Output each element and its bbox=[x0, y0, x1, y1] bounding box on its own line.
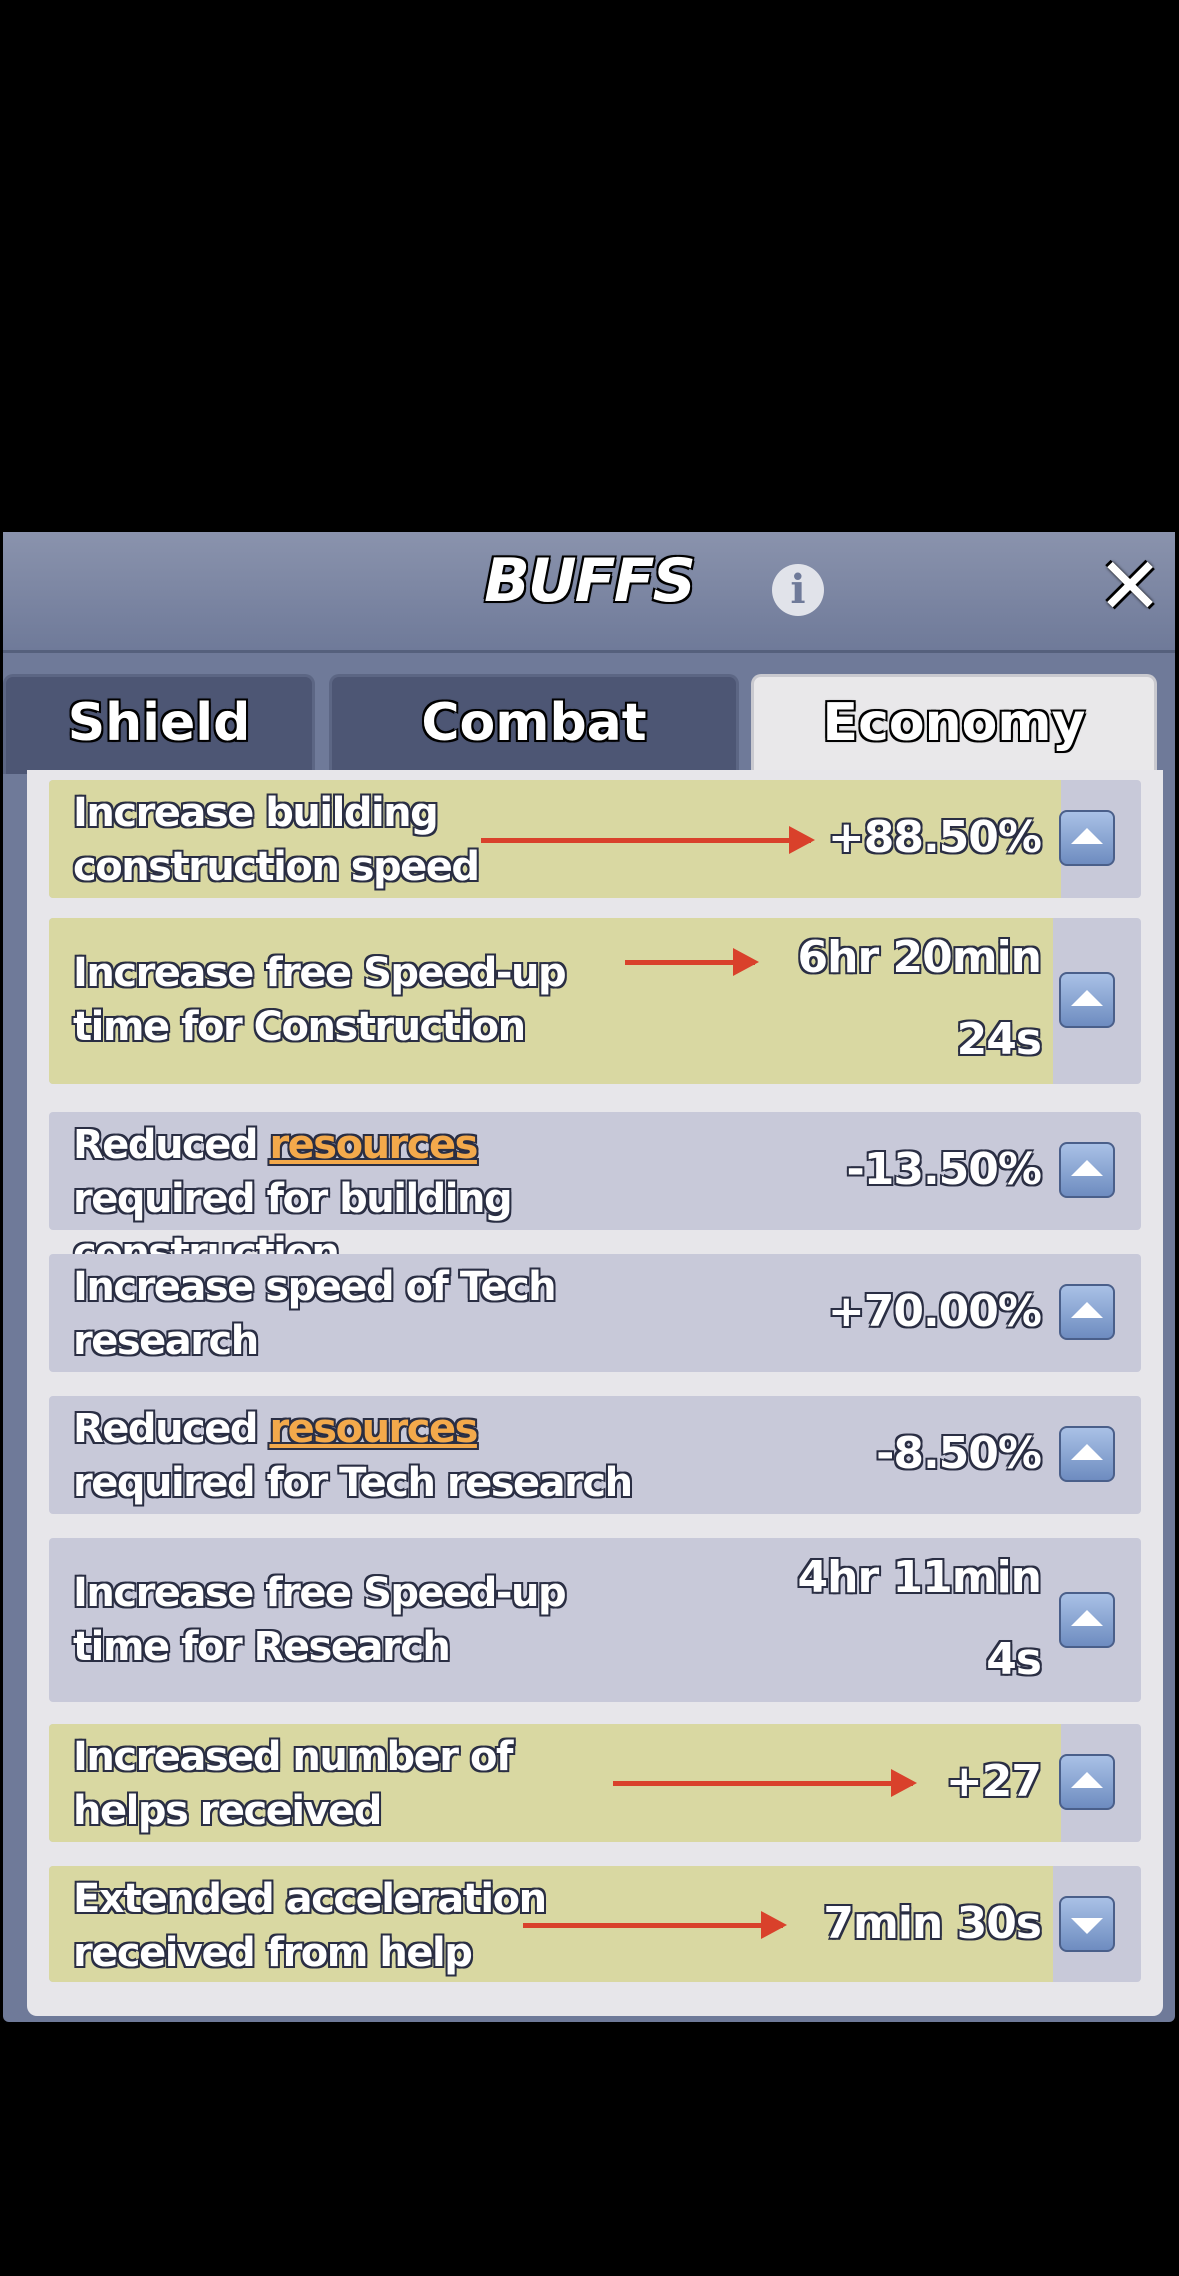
label-text: Reduced bbox=[73, 1122, 270, 1168]
buff-value: +70.00% bbox=[827, 1286, 1042, 1337]
tab-shield[interactable]: Shield bbox=[3, 674, 315, 774]
resources-link[interactable]: resources bbox=[269, 1122, 478, 1168]
buff-row-research-speedup: Increase free Speed-up time for Research… bbox=[49, 1538, 1141, 1702]
buff-row-tech-speed: Increase speed of Tech research +70.00% bbox=[49, 1254, 1141, 1372]
annotation-arrow bbox=[481, 826, 815, 854]
panel-header: BUFFS i ✕ bbox=[3, 532, 1175, 653]
buff-row-building-speed: Increase building construction speed +88… bbox=[49, 780, 1141, 898]
label-text: Reduced bbox=[73, 1406, 270, 1452]
chevron-up-icon[interactable] bbox=[1059, 1284, 1115, 1340]
chevron-up-icon[interactable] bbox=[1059, 1754, 1115, 1810]
buff-value-line2: 4s bbox=[986, 1634, 1042, 1685]
buff-label: Increased number of helps received bbox=[73, 1734, 513, 1834]
buff-row-helps: Increased number of helps received +27 bbox=[49, 1724, 1141, 1842]
label-text: required for Tech research bbox=[73, 1460, 633, 1506]
annotation-arrow bbox=[613, 1769, 917, 1797]
buff-label: Increase free Speed-up time for Research bbox=[73, 1570, 567, 1670]
buff-label: Increase free Speed-up time for Construc… bbox=[73, 950, 567, 1050]
chevron-up-icon[interactable] bbox=[1059, 810, 1115, 866]
buff-value: +88.50% bbox=[827, 812, 1042, 863]
buff-value: -13.50% bbox=[846, 1144, 1042, 1195]
chevron-down-icon[interactable] bbox=[1059, 1896, 1115, 1952]
resources-link[interactable]: resources bbox=[269, 1406, 478, 1452]
buff-row-construction-speedup: Increase free Speed-up time for Construc… bbox=[49, 918, 1141, 1084]
page-title: BUFFS bbox=[484, 546, 696, 616]
info-icon[interactable]: i bbox=[772, 564, 824, 616]
buff-list: Increase building construction speed +88… bbox=[27, 770, 1163, 2016]
tab-economy[interactable]: Economy bbox=[751, 674, 1157, 774]
buff-value: -8.50% bbox=[876, 1428, 1042, 1479]
buffs-panel: BUFFS i ✕ Shield Combat Economy Increase… bbox=[3, 532, 1175, 2022]
chevron-up-icon[interactable] bbox=[1059, 972, 1115, 1028]
buff-value: +27 bbox=[945, 1756, 1042, 1807]
buff-row-tech-resources: Reduced resources required for Tech rese… bbox=[49, 1396, 1141, 1514]
close-icon[interactable]: ✕ bbox=[1093, 548, 1167, 626]
chevron-up-icon[interactable] bbox=[1059, 1142, 1115, 1198]
buff-row-building-resources: Reduced resources required for building … bbox=[49, 1112, 1141, 1276]
buff-row-help-acceleration: Extended acceleration received from help… bbox=[49, 1866, 1141, 1982]
chevron-up-icon[interactable] bbox=[1059, 1592, 1115, 1648]
annotation-arrow bbox=[625, 948, 759, 976]
buff-value-line1: 4hr 11min bbox=[797, 1552, 1042, 1603]
buff-value-line2: 24s bbox=[956, 1014, 1042, 1065]
buff-label: Increase speed of Tech research bbox=[73, 1264, 557, 1364]
buff-label: Reduced resources required for Tech rese… bbox=[73, 1402, 633, 1510]
buff-value: 7min 30s bbox=[823, 1898, 1042, 1949]
annotation-arrow bbox=[523, 1911, 787, 1939]
tab-combat[interactable]: Combat bbox=[329, 674, 739, 774]
buff-value-line1: 6hr 20min bbox=[797, 932, 1042, 983]
chevron-up-icon[interactable] bbox=[1059, 1426, 1115, 1482]
